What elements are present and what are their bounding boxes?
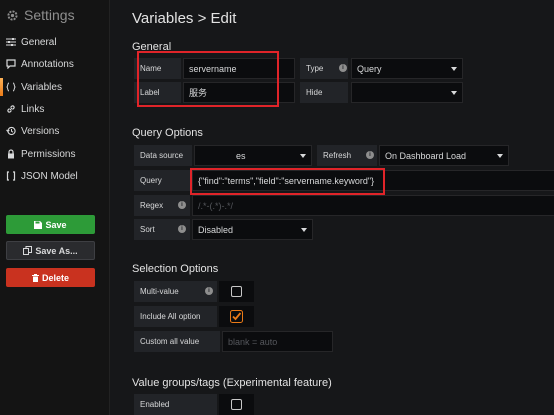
chevron-down-icon [451,67,457,71]
refresh-select[interactable]: On Dashboard Load [379,145,509,166]
hide-select[interactable] [351,82,463,103]
copy-icon [23,246,33,255]
info-icon[interactable]: i [178,225,186,233]
settings-sidebar: Settings General Annotations Variables L… [0,0,110,415]
highlight-box-query [190,168,385,195]
sidebar-item-label: Links [21,103,45,115]
trash-icon [31,273,39,282]
regex-label-text: Regex [140,201,164,210]
multi-value-label: Multi-value i [134,281,217,302]
refresh-label: Refresh i [317,145,377,166]
sort-select-value: Disabled [198,224,234,235]
app-root: Settings General Annotations Variables L… [0,0,554,415]
multi-value-label-text: Multi-value [140,287,179,296]
code-braces-icon [6,82,16,92]
custom-all-label: Custom all value [134,331,220,352]
include-all-label: Include All option [134,306,217,327]
sidebar-item-permissions[interactable]: Permissions [6,146,75,162]
section-title-value-groups: Value groups/tags (Experimental feature) [132,377,332,389]
enabled-checkbox[interactable] [219,394,254,415]
refresh-select-value: On Dashboard Load [385,150,467,161]
active-indicator [0,78,3,96]
hide-label: Hide [300,82,348,103]
checkbox-empty-icon [231,286,242,297]
chevron-down-icon [497,154,503,158]
history-icon [6,126,16,136]
datasource-label: Data source [134,145,192,166]
enabled-label: Enabled [134,394,217,415]
chevron-down-icon [301,228,307,232]
regex-label: Regex i [134,195,190,216]
sidebar-item-label: Permissions [21,148,76,160]
comment-icon [6,59,16,69]
sliders-icon [6,38,16,46]
sidebar-item-versions[interactable]: Versions [6,123,59,139]
info-icon[interactable]: i [339,64,347,72]
type-select-value: Query [357,63,382,74]
sidebar-item-general[interactable]: General [6,34,57,50]
type-select[interactable]: Query [351,58,463,79]
sidebar-item-variables[interactable]: Variables [6,79,62,95]
sidebar-item-label: Versions [21,125,60,137]
save-as-button-label: Save As... [35,245,78,256]
section-title-query-options: Query Options [132,127,203,139]
info-icon[interactable]: i [178,201,186,209]
save-button[interactable]: Save [6,215,95,234]
sidebar-item-label: Annotations [21,58,74,70]
redacted-area [199,148,232,163]
delete-button[interactable]: Delete [6,268,95,287]
settings-title: Settings [24,7,75,23]
section-title-selection-options: Selection Options [132,263,219,275]
info-icon[interactable]: i [205,287,213,295]
multi-value-checkbox[interactable] [219,281,254,302]
checkbox-empty-icon [231,399,242,410]
sidebar-item-annotations[interactable]: Annotations [6,56,74,72]
custom-all-input[interactable]: blank = auto [222,331,333,352]
chevron-down-icon [300,154,306,158]
lock-icon [8,149,14,159]
info-icon[interactable]: i [366,151,374,159]
regex-input[interactable]: /.*-(.*)-.*/ [192,195,554,216]
query-label: Query [134,170,190,191]
highlight-box-general [137,51,279,107]
include-all-checkbox[interactable] [219,306,254,327]
sidebar-item-label: General [21,36,57,48]
sort-label: Sort i [134,219,190,240]
type-label-text: Type [306,64,324,73]
gear-icon [7,9,18,21]
sidebar-item-label: Variables [21,81,62,93]
delete-button-label: Delete [41,272,69,283]
sort-label-text: Sort [140,225,155,234]
page-title: Variables > Edit [132,10,237,27]
save-button-label: Save [45,219,67,230]
type-label: Type i [300,58,348,79]
json-icon [6,171,16,181]
sidebar-item-label: JSON Model [21,170,78,182]
settings-header: Settings [6,7,75,23]
chevron-down-icon [451,91,457,95]
link-icon [7,105,15,113]
sidebar-item-json-model[interactable]: JSON Model [6,168,78,184]
refresh-label-text: Refresh [323,151,352,160]
floppy-icon [34,220,43,229]
sort-select[interactable]: Disabled [192,219,313,240]
checkbox-checked-icon [230,310,243,323]
save-as-button[interactable]: Save As... [6,241,95,260]
sidebar-item-links[interactable]: Links [6,101,44,117]
